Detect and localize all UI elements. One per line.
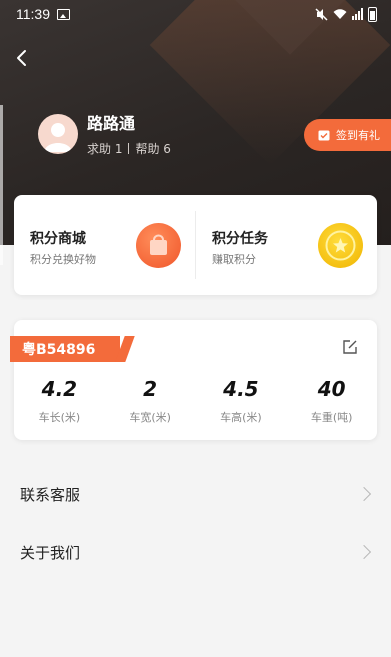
status-time: 11:39 [16, 6, 50, 22]
spec-label: 车重(吨) [310, 411, 353, 424]
menu-item-label: 联系客服 [20, 485, 81, 504]
spec-height: 4.5 车高(米) [196, 377, 287, 425]
spec-weight: 40 车重(吨) [286, 377, 377, 425]
mute-icon [315, 7, 328, 21]
edit-vehicle-button[interactable] [341, 338, 359, 356]
chevron-right-icon [356, 544, 372, 560]
points-shop-subtitle: 积分兑换好物 [30, 253, 96, 266]
checkin-label: 签到有礼 [336, 129, 380, 142]
checkin-button[interactable]: 签到有礼 [304, 119, 391, 151]
gallery-notification-icon [57, 8, 70, 20]
helped-count: 帮助 6 [135, 142, 171, 156]
back-button[interactable] [12, 48, 32, 68]
vehicle-specs: 4.2 车长(米) 2 车宽(米) 4.5 车高(米) 40 车重(吨) [14, 377, 377, 425]
spec-label: 车宽(米) [129, 411, 171, 424]
edit-icon [343, 340, 357, 354]
wifi-icon [333, 9, 347, 19]
menu-item-contact-support[interactable]: 联系客服 [0, 465, 391, 523]
status-icons [315, 6, 377, 22]
settings-menu: 联系客服 关于我们 [0, 465, 391, 581]
points-shop-entry[interactable]: 积分商城 积分兑换好物 [14, 195, 195, 295]
user-stats: 求助 1 帮助 6 [87, 140, 171, 157]
spec-length: 4.2 车长(米) [14, 377, 105, 425]
points-tasks-entry[interactable]: 积分任务 赚取积分 [196, 195, 377, 295]
menu-item-label: 关于我们 [20, 543, 81, 562]
chevron-left-icon [17, 50, 26, 66]
stats-separator [128, 143, 130, 154]
points-shop-title: 积分商城 [30, 231, 86, 247]
edge-strip [0, 105, 3, 265]
help-requests-count: 求助 1 [87, 142, 123, 156]
spec-value: 40 [317, 377, 346, 401]
points-tasks-subtitle: 赚取积分 [212, 253, 256, 266]
status-bar: 11:39 [0, 0, 391, 28]
spec-value: 2 [143, 377, 158, 401]
spec-width: 2 车宽(米) [105, 377, 196, 425]
avatar[interactable] [38, 114, 78, 154]
user-avatar-icon [44, 123, 72, 152]
spec-value: 4.2 [41, 377, 78, 401]
spec-value: 4.5 [223, 377, 259, 401]
signal-icon [352, 8, 363, 20]
calendar-check-icon [318, 130, 330, 141]
battery-icon [368, 6, 377, 22]
coin-star-icon [318, 223, 363, 268]
shopping-bag-icon [136, 223, 181, 268]
points-card: 积分商城 积分兑换好物 积分任务 赚取积分 [14, 195, 377, 295]
user-name: 路路通 [87, 114, 136, 133]
menu-item-about-us[interactable]: 关于我们 [0, 523, 391, 581]
points-tasks-title: 积分任务 [212, 231, 268, 247]
chevron-right-icon [356, 486, 372, 502]
vehicle-card: 粤B54896 4.2 车长(米) 2 车宽(米) 4.5 车高(米) 40 车… [10, 320, 377, 440]
spec-label: 车长(米) [38, 411, 81, 424]
plate-number: 粤B54896 [10, 336, 120, 362]
spec-label: 车高(米) [220, 411, 262, 424]
